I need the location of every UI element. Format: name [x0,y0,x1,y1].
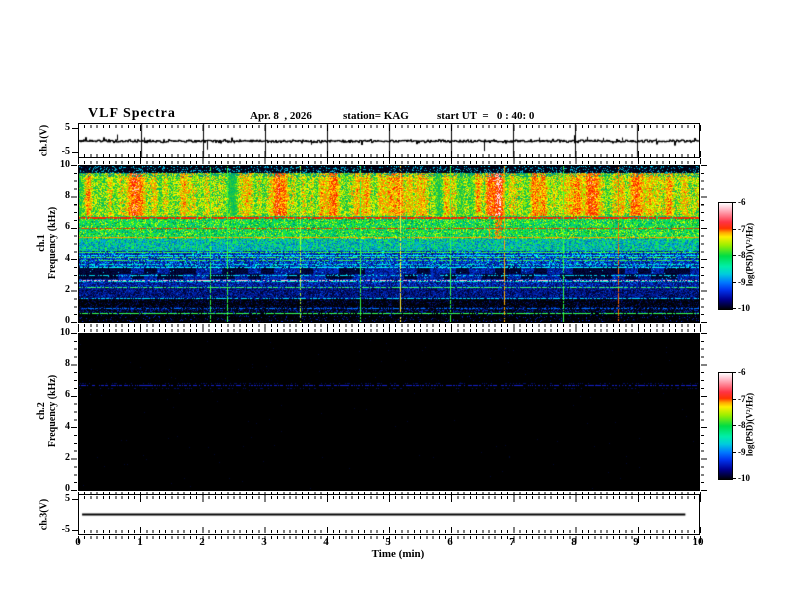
colorbar-tick [732,255,736,256]
y-tick [72,499,78,500]
colorbar-ch1 [718,202,733,310]
y-tick-label: 0 [65,483,70,494]
ch3v-axis-title: ch.3(V) [38,498,50,531]
ch1v-axis-title: ch.1(V) [38,124,50,157]
x-ticks-major [78,125,701,131]
y-tick [72,128,78,129]
y-tick-label: 6 [65,221,70,233]
colorbar-tick [732,425,736,426]
x-tick-label: 3 [261,536,267,548]
x-tick-label: 1 [137,536,143,548]
y-tick-label: 4 [65,420,70,432]
x-ticks-major [78,151,701,157]
y-tick-label: 8 [65,190,70,202]
ch2-spectrogram-canvas [79,334,699,490]
y-tick-label: 10 [60,159,70,170]
colorbar-tick-label: -8 [738,250,746,260]
colorbar-tick-label: -8 [738,420,746,430]
y-tick-label: -5 [61,524,70,535]
y-tick-label: 6 [65,389,70,401]
colorbar-ch2 [718,372,733,480]
y-tick-label: 5 [65,493,70,504]
x-ticks-major [78,326,701,332]
y-ticks-major [701,165,707,323]
ch1-spectrogram-canvas [79,166,699,322]
page-title: VLF Spectra [88,106,176,121]
y-ticks-major [701,333,707,491]
colorbar-tick [732,308,736,309]
x-tick-label: 7 [509,536,515,548]
vlf-spectra-figure: VLF Spectra Apr. 8 , 2026 station= KAG s… [0,0,792,612]
y-tick [72,152,78,153]
colorbar-tick [732,451,736,453]
y-tick-label: 0 [65,315,70,326]
colorbar-tick-label: -7 [738,393,746,404]
colorbar-tick-label: -9 [738,276,746,287]
y-tick-label: 2 [65,283,70,295]
colorbar-tick-label: -10 [738,473,750,483]
colorbar-tick-label: -10 [738,303,750,313]
y-tick-label: 4 [65,252,70,264]
y-tick-label: 5 [65,122,70,133]
x-tick-label: 4 [323,536,329,548]
colorbar-tick-label: -6 [738,197,746,207]
x-tick-label: 5 [385,536,391,548]
colorbar1-title: log(PSD)(V²/Hz) [744,222,755,287]
x-tick-label: 0 [75,536,81,548]
colorbar-tick-label: -7 [738,223,746,234]
colorbar-tick [732,281,736,283]
header-start-ut: start UT = 0 : 40: 0 [437,110,535,122]
x-tick-label: 8 [571,536,577,548]
x-ticks-major [78,158,701,164]
colorbar-tick [732,202,736,203]
y-tick-label: 10 [60,327,70,338]
header-station: station= KAG [343,110,409,122]
spec2-axis-title-ch: ch.2 [36,402,47,420]
x-axis-title: Time (min) [371,548,425,560]
ch1-spectrogram-panel [78,165,700,323]
y-tick [72,530,78,531]
x-ticks-major [78,527,701,533]
colorbar2-title: log(PSD)(V²/Hz) [744,392,755,457]
colorbar-tick-label: -6 [738,367,746,377]
x-tick-label: 10 [692,536,704,548]
ch2-spectrogram-panel [78,333,700,491]
y-ticks-major [71,165,77,323]
x-tick-label: 6 [447,536,453,548]
x-tick-label: 2 [199,536,205,548]
spec1-axis-title-ch: ch.1 [36,234,47,252]
x-tick-label: 9 [633,536,639,548]
y-ticks-major [71,333,77,491]
y-tick-label: 8 [65,358,70,370]
colorbar-tick-label: -9 [738,446,746,457]
x-ticks-major [78,496,701,502]
colorbar-tick [732,398,736,400]
colorbar-tick [732,478,736,479]
header-date: Apr. 8 , 2026 [250,110,312,122]
colorbar-tick [732,228,736,230]
y-tick-label: 2 [65,451,70,463]
y-tick-label: -5 [61,146,70,157]
colorbar-tick [732,372,736,373]
